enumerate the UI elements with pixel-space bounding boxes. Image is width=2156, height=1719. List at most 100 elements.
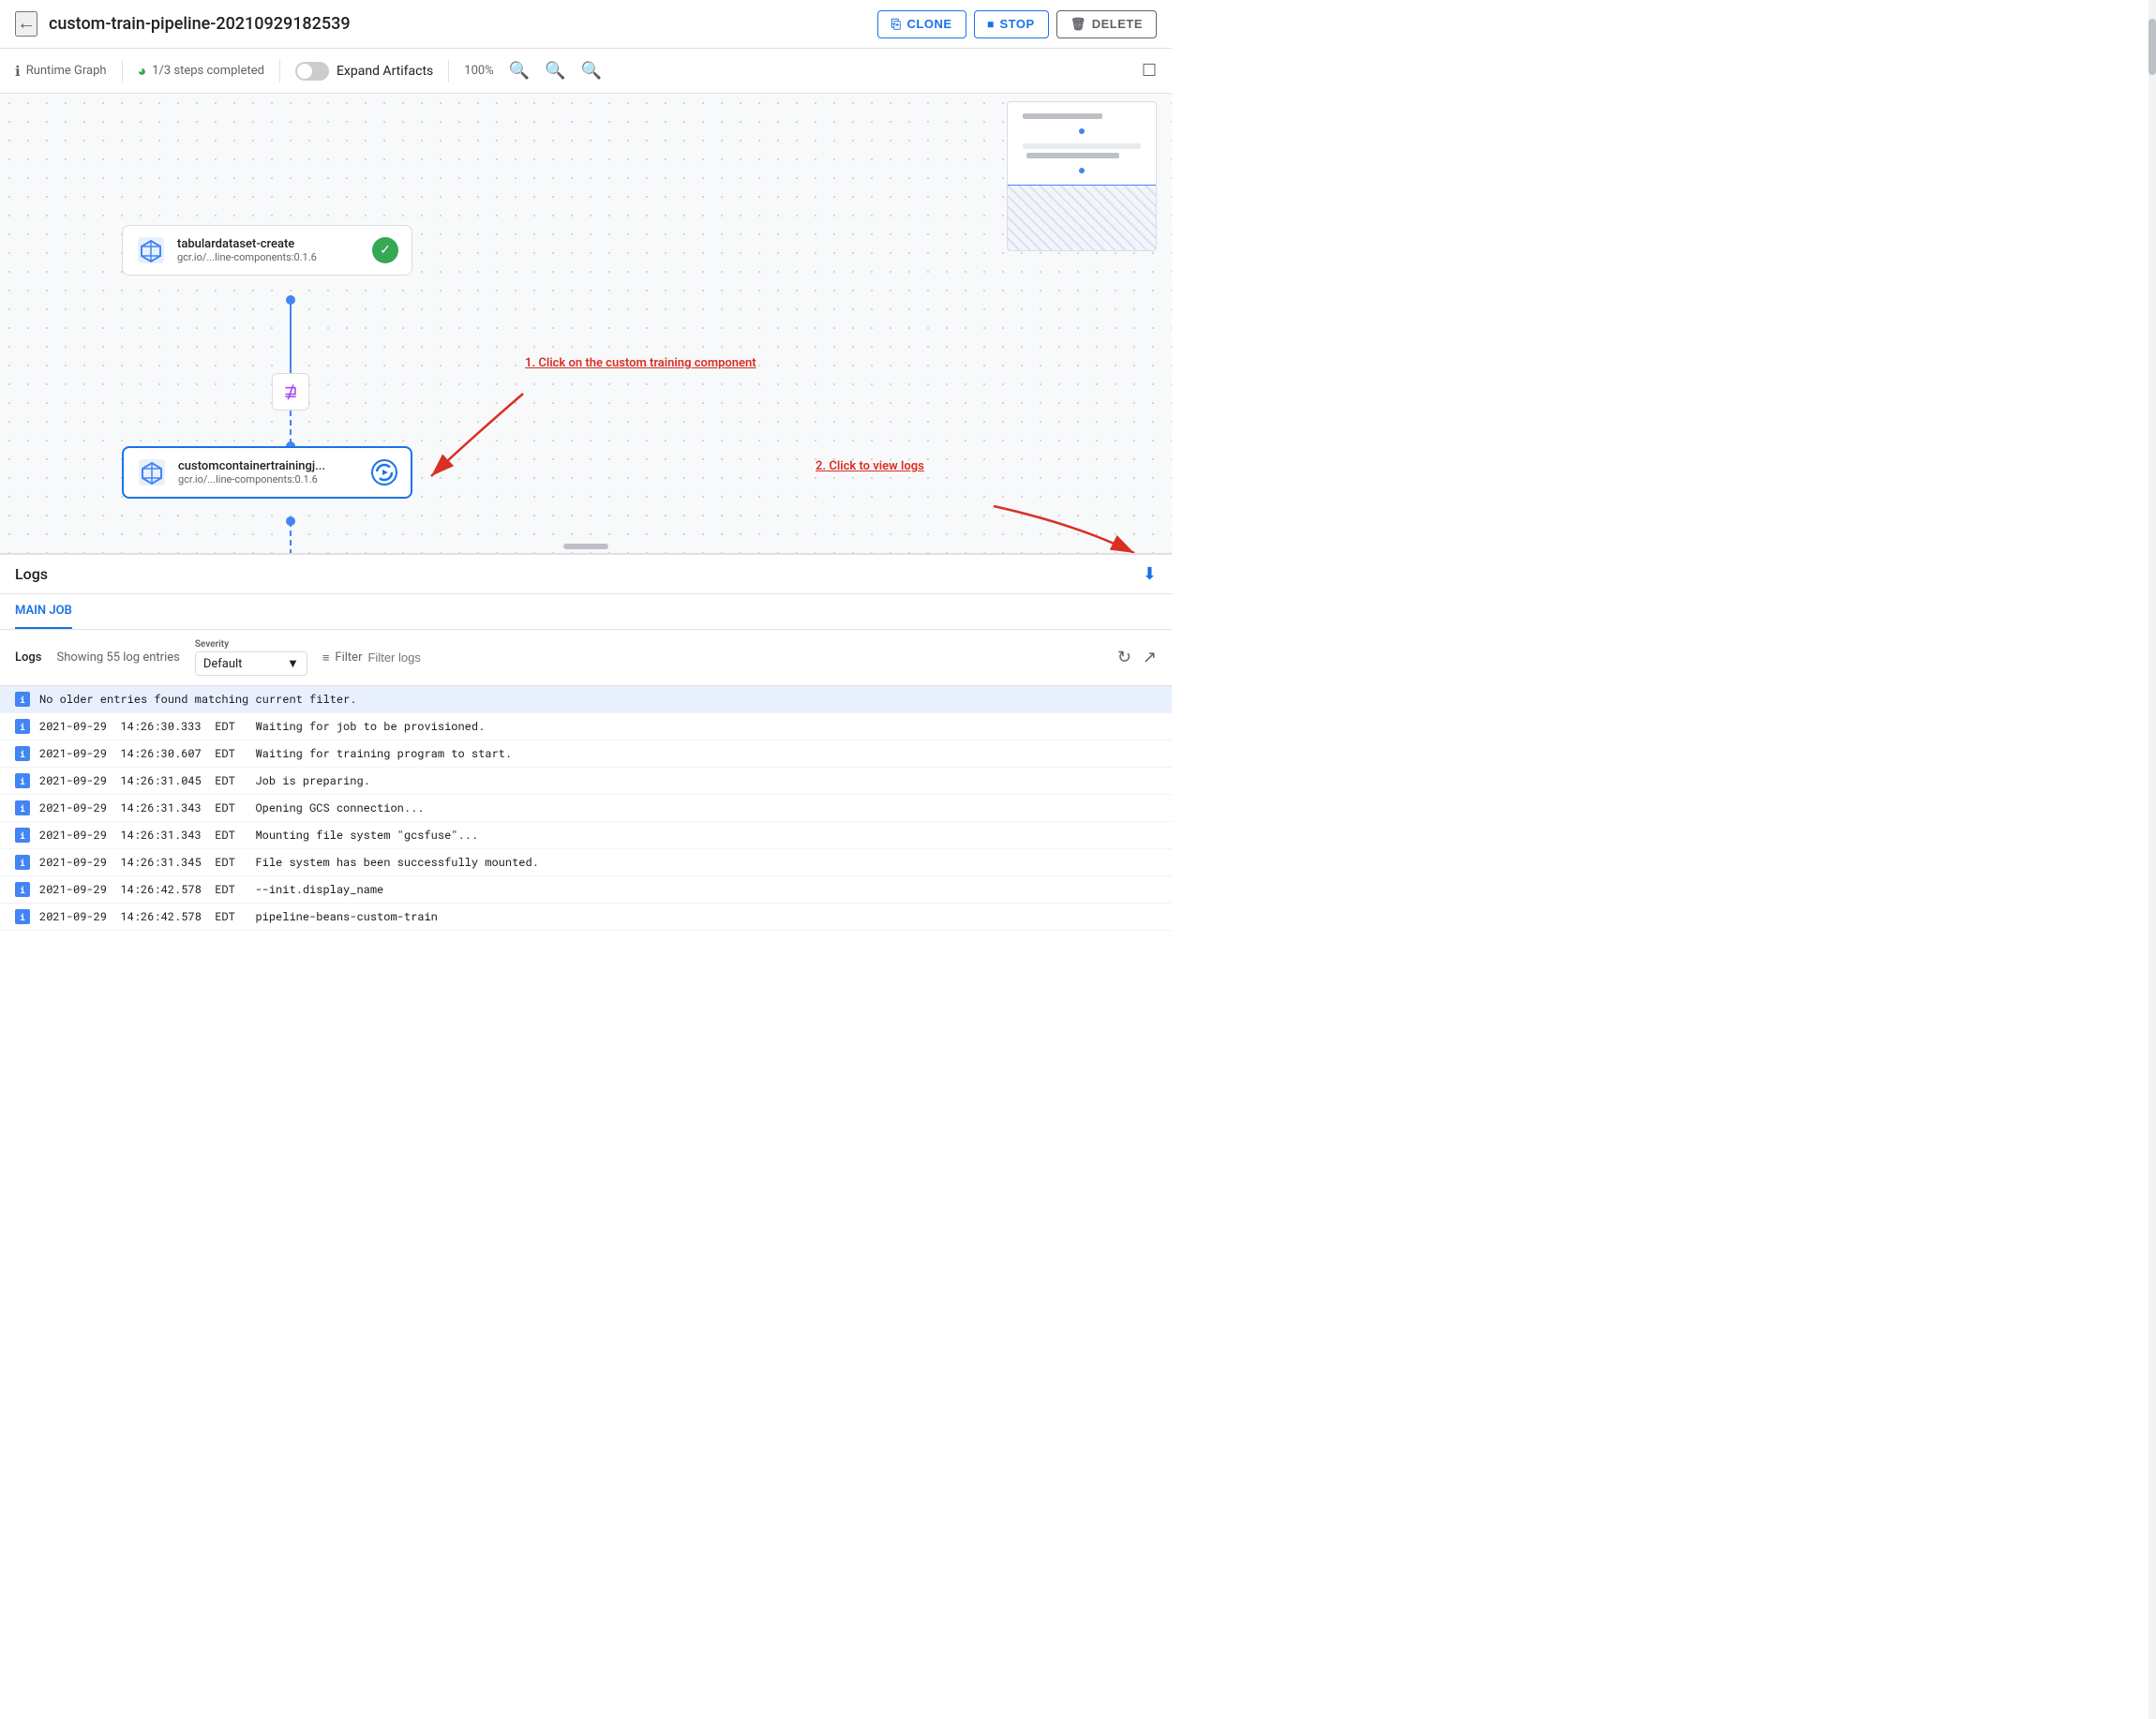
log-text-8: 2021-09-29 14:26:42.578 EDT pipeline-bea… xyxy=(39,909,438,924)
progress-icon: ◕ xyxy=(138,62,147,81)
minimap-bar-1 xyxy=(1023,113,1102,119)
delete-button[interactable]: 🗑 DELETE xyxy=(1056,10,1157,38)
log-text-4: 2021-09-29 14:26:31.343 EDT Opening GCS … xyxy=(39,800,424,815)
log-text-7: 2021-09-29 14:26:42.578 EDT --init.displ… xyxy=(39,882,383,897)
log-icon-8: i xyxy=(15,909,30,924)
divider3 xyxy=(448,60,449,82)
log-icon-3: i xyxy=(15,773,30,788)
log-entry-3: i 2021-09-29 14:26:31.045 EDT Job is pre… xyxy=(0,768,1172,795)
node2-subtitle: gcr.io/...line-components:0.1.6 xyxy=(178,473,360,486)
dropdown-chevron-icon: ▼ xyxy=(287,656,299,671)
toggle-switch[interactable] xyxy=(295,62,329,81)
zoom-in-button[interactable]: 🔍 xyxy=(509,61,530,81)
log-text-2: 2021-09-29 14:26:30.607 EDT Waiting for … xyxy=(39,746,512,761)
severity-dropdown[interactable]: Default ▼ xyxy=(195,651,307,676)
log-text-3: 2021-09-29 14:26:31.045 EDT Job is prepa… xyxy=(39,773,370,788)
logs-section: Logs ⬇ MAIN JOB Logs Showing 55 log entr… xyxy=(0,553,1172,1719)
log-icon-6: i xyxy=(15,855,30,870)
minimap-dot-2 xyxy=(1079,168,1085,173)
clone-icon: ⎘ xyxy=(891,17,902,32)
sidebar-toggle-icon[interactable]: ☐ xyxy=(1142,61,1157,81)
log-entries: i No older entries found matching curren… xyxy=(0,686,1172,1719)
expand-artifacts-toggle[interactable]: Expand Artifacts xyxy=(295,62,433,81)
log-entry-6: i 2021-09-29 14:26:31.345 EDT File syste… xyxy=(0,849,1172,876)
zoom-out-button[interactable]: 🔍 xyxy=(545,61,565,81)
severity-label: Severity xyxy=(195,639,307,650)
header: ← custom-train-pipeline-20210929182539 ⎘… xyxy=(0,0,1172,49)
logs-actions: ↻ ↗ xyxy=(1117,648,1157,667)
node2-title: customcontainertrainingj... xyxy=(178,459,360,473)
log-text-5: 2021-09-29 14:26:31.343 EDT Mounting fil… xyxy=(39,828,478,843)
node2-info: customcontainertrainingj... gcr.io/...li… xyxy=(178,459,360,486)
minimap-bar-2 xyxy=(1023,143,1141,149)
log-icon-2: i xyxy=(15,746,30,761)
delete-icon: 🗑 xyxy=(1071,17,1086,32)
toolbar: ℹ Runtime Graph ◕ 1/3 steps completed Ex… xyxy=(0,49,1172,94)
runtime-graph-button[interactable]: ℹ Runtime Graph xyxy=(15,63,107,80)
log-icon-1: i xyxy=(15,719,30,734)
annotation-2: 2. Click to view logs xyxy=(816,459,924,473)
log-entry-8: i 2021-09-29 14:26:42.578 EDT pipeline-b… xyxy=(0,904,1172,931)
intermediate-node[interactable]: ⋣ xyxy=(272,373,309,411)
logs-header: Logs ⬇ xyxy=(0,555,1172,594)
divider2 xyxy=(279,60,280,82)
log-text-1: 2021-09-29 14:26:30.333 EDT Waiting for … xyxy=(39,719,485,734)
log-icon-4: i xyxy=(15,800,30,815)
node2-status xyxy=(371,459,397,486)
pipeline-canvas[interactable]: tabulardataset-create gcr.io/...line-com… xyxy=(0,94,1172,553)
filter-button[interactable]: ≡ Filter xyxy=(322,650,533,665)
canvas-resize-handle[interactable] xyxy=(563,544,608,549)
back-button[interactable]: ← xyxy=(15,11,37,37)
log-entry-5: i 2021-09-29 14:26:31.343 EDT Mounting f… xyxy=(0,822,1172,849)
node1-icon xyxy=(136,235,166,265)
log-entry-7: i 2021-09-29 14:26:42.578 EDT --init.dis… xyxy=(0,876,1172,904)
log-entry-2: i 2021-09-29 14:26:30.607 EDT Waiting fo… xyxy=(0,740,1172,768)
external-link-icon[interactable]: ↗ xyxy=(1143,648,1157,667)
clone-button[interactable]: ⎘ CLONE xyxy=(877,10,966,38)
pipeline-node-1[interactable]: tabulardataset-create gcr.io/...line-com… xyxy=(122,225,412,276)
minimap-stripe xyxy=(1008,186,1156,250)
minimap-viewport xyxy=(1008,185,1156,250)
page-title: custom-train-pipeline-20210929182539 xyxy=(49,14,877,34)
zoom-reset-button[interactable]: 🔍 xyxy=(581,61,602,81)
logs-title: Logs xyxy=(15,565,1143,583)
expand-logs-button[interactable]: ⬇ xyxy=(1143,564,1157,584)
log-text: No older entries found matching current … xyxy=(39,692,356,707)
node2-icon xyxy=(137,457,167,487)
toolbar-right: ☐ xyxy=(1142,61,1157,81)
logs-tabs: MAIN JOB xyxy=(0,594,1172,630)
minimap-bar-3 xyxy=(1026,153,1119,158)
annotation-1: 1. Click on the custom training componen… xyxy=(525,356,756,370)
stop-button[interactable]: ⏹ STOP xyxy=(974,10,1049,38)
log-icon-info: i xyxy=(15,692,30,707)
info-icon: ℹ xyxy=(15,63,21,80)
stop-icon: ⏹ xyxy=(988,17,995,32)
filter-icon: ≡ xyxy=(322,650,330,665)
header-actions: ⎘ CLONE ⏹ STOP 🗑 DELETE xyxy=(877,10,1157,38)
tab-main-job[interactable]: MAIN JOB xyxy=(15,594,72,629)
steps-completed: ◕ 1/3 steps completed xyxy=(138,62,264,81)
logs-toolbar: Logs Showing 55 log entries Severity Def… xyxy=(0,630,1172,686)
pipeline-node-2[interactable]: customcontainertrainingj... gcr.io/...li… xyxy=(122,446,412,499)
log-entry-1: i 2021-09-29 14:26:30.333 EDT Waiting fo… xyxy=(0,713,1172,740)
log-text-6: 2021-09-29 14:26:31.345 EDT File system … xyxy=(39,855,539,870)
divider xyxy=(122,60,123,82)
zoom-level: 100% xyxy=(464,64,493,78)
node1-info: tabulardataset-create gcr.io/...line-com… xyxy=(177,237,361,263)
log-icon-5: i xyxy=(15,828,30,843)
logs-label: Logs xyxy=(15,650,41,665)
severity-filter: Severity Default ▼ xyxy=(195,639,307,676)
main-area: tabulardataset-create gcr.io/...line-com… xyxy=(0,94,1172,1719)
log-entry-4: i 2021-09-29 14:26:31.343 EDT Opening GC… xyxy=(0,795,1172,822)
minimap-dot-1 xyxy=(1079,128,1085,134)
refresh-icon[interactable]: ↻ xyxy=(1117,648,1131,667)
filter-input[interactable] xyxy=(367,650,532,665)
minimap[interactable] xyxy=(1007,101,1157,251)
node1-subtitle: gcr.io/...line-components:0.1.6 xyxy=(177,251,361,263)
minimap-content xyxy=(1008,102,1156,187)
log-icon-7: i xyxy=(15,882,30,897)
node1-status: ✓ xyxy=(372,237,398,263)
log-entry-no-older: i No older entries found matching curren… xyxy=(0,686,1172,713)
node1-title: tabulardataset-create xyxy=(177,237,361,251)
grid-icon: ⋣ xyxy=(283,382,297,402)
